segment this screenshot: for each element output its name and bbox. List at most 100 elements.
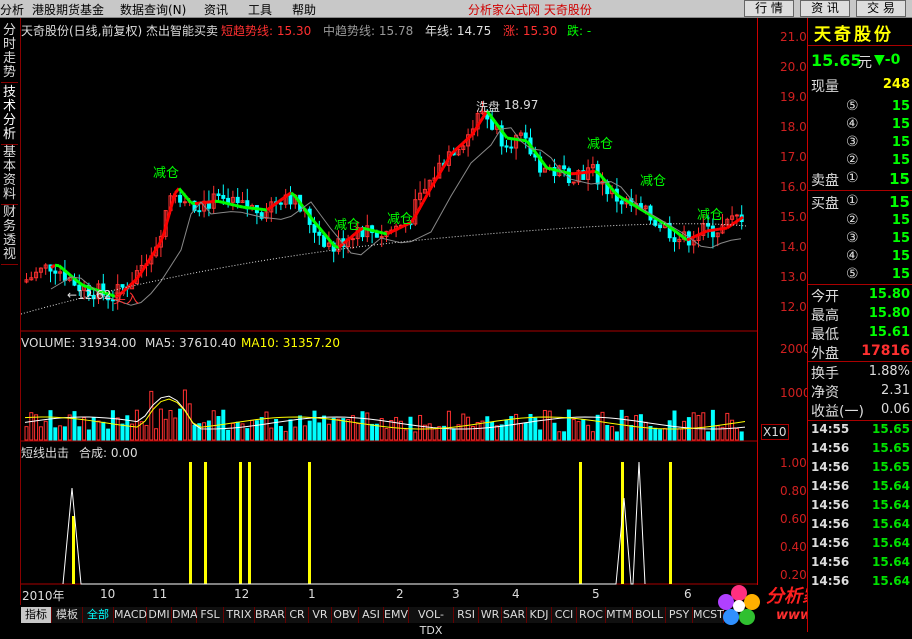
sell-level-3: ③ bbox=[846, 134, 859, 150]
volume-bar bbox=[491, 422, 494, 440]
trend-line bbox=[619, 196, 623, 198]
x-date: 6 bbox=[684, 587, 692, 601]
tab-cr[interactable]: CR bbox=[286, 607, 309, 623]
tab-dma[interactable]: DMA bbox=[172, 607, 197, 623]
x-date: 2 bbox=[396, 587, 404, 601]
trade-button[interactable]: 交 易 bbox=[856, 0, 906, 17]
tab-intraday[interactable]: 分时走势 bbox=[1, 24, 18, 83]
volume-bar bbox=[375, 424, 378, 440]
volume-bar bbox=[303, 426, 306, 440]
volume-bar bbox=[222, 410, 225, 440]
volume-bar bbox=[630, 426, 633, 440]
volume-bar bbox=[702, 413, 705, 440]
volume-bar bbox=[356, 424, 359, 440]
nav-label: 净资 bbox=[811, 382, 839, 402]
tab-boll[interactable]: BOLL bbox=[633, 607, 666, 623]
volume-ma10: MA10: 31357.20 bbox=[241, 336, 340, 350]
tab-financials[interactable]: 财务透视 bbox=[1, 206, 18, 265]
trend-line bbox=[507, 138, 511, 139]
sell-level-2: ② bbox=[846, 152, 859, 168]
trend-line bbox=[595, 171, 599, 173]
price-unit: 元 bbox=[858, 52, 872, 72]
volume-bar bbox=[539, 430, 542, 440]
trend-line bbox=[183, 193, 187, 198]
trend-line bbox=[719, 229, 723, 230]
menu-analysis[interactable]: 分析 bbox=[0, 1, 24, 18]
tab-rsi[interactable]: RSI bbox=[454, 607, 479, 623]
trend-line bbox=[551, 169, 555, 170]
volume-bar bbox=[279, 426, 282, 440]
menu-help[interactable]: 帮助 bbox=[292, 1, 316, 18]
tab-roc[interactable]: ROC bbox=[577, 607, 606, 623]
buy-label: 买入 bbox=[113, 288, 139, 307]
tab-emv[interactable]: EMV bbox=[384, 607, 409, 623]
volume-bar bbox=[179, 409, 182, 440]
menu-hk-futures[interactable]: 港股期货基金 bbox=[32, 1, 104, 18]
high-label: 最高 bbox=[811, 305, 839, 325]
volume-bar bbox=[87, 430, 90, 440]
menu-news[interactable]: 资讯 bbox=[204, 1, 228, 18]
trend-line bbox=[239, 206, 243, 207]
news-button[interactable]: 资 讯 bbox=[800, 0, 850, 17]
trend-line bbox=[631, 203, 635, 205]
trend-line bbox=[231, 204, 235, 205]
flower-logo-icon bbox=[714, 582, 764, 630]
tab-cci[interactable]: CCI bbox=[552, 607, 577, 623]
chart-area[interactable]: 天奇股份(日线,前复权) 杰出智能买卖 短趋势线: 15.30 中趋势线: 15… bbox=[21, 18, 757, 585]
volume-bar bbox=[54, 428, 57, 440]
tick-time: 14:56 bbox=[811, 460, 849, 474]
tab-dmi[interactable]: DMI bbox=[147, 607, 172, 623]
menu-data-query[interactable]: 数据查询(N) bbox=[120, 1, 186, 18]
tab-sar[interactable]: SAR bbox=[502, 607, 527, 623]
tab-psy[interactable]: PSY bbox=[666, 607, 693, 623]
trend-line bbox=[227, 203, 231, 204]
tab-macd[interactable]: MACD bbox=[114, 607, 147, 623]
tab-asi[interactable]: ASI bbox=[359, 607, 384, 623]
tab-fundamentals[interactable]: 基本资料 bbox=[1, 146, 18, 205]
quote-button[interactable]: 行 情 bbox=[744, 0, 794, 17]
volume-bar bbox=[543, 410, 546, 440]
trend-line bbox=[427, 188, 431, 195]
volume-ma5: MA5: 37610.40 bbox=[145, 336, 236, 350]
menu-tools[interactable]: 工具 bbox=[248, 1, 272, 18]
tab-wr[interactable]: WR bbox=[479, 607, 502, 623]
low-value: 15.61 bbox=[869, 325, 910, 340]
candle-body bbox=[179, 195, 182, 202]
volume-bar bbox=[203, 423, 206, 440]
trend-line bbox=[363, 228, 367, 229]
reduce-label-6: 减仓 bbox=[697, 204, 723, 223]
tab-fsl[interactable]: FSL bbox=[197, 607, 224, 623]
candle-body bbox=[572, 182, 575, 183]
tab-trix[interactable]: TRIX bbox=[224, 607, 255, 623]
volume-bar bbox=[707, 432, 710, 440]
open-label: 今开 bbox=[811, 286, 839, 306]
trend-line bbox=[223, 202, 227, 203]
indicator-tabs: 指标 模板 全部 MACD DMI DMA FSL TRIX BRAR CR V… bbox=[21, 606, 807, 626]
tab-kdj[interactable]: KDJ bbox=[527, 607, 552, 623]
volume-bar bbox=[227, 430, 230, 440]
candle-body bbox=[183, 202, 186, 203]
tab-all[interactable]: 全部 bbox=[83, 607, 114, 623]
x-date: 12 bbox=[234, 587, 249, 601]
tab-vol-tdx[interactable]: VOL-TDX bbox=[409, 607, 454, 623]
volume-bar bbox=[663, 428, 666, 440]
tick-price: 15.65 bbox=[872, 460, 910, 474]
volume-bar bbox=[380, 418, 383, 440]
tab-vr[interactable]: VR bbox=[309, 607, 332, 623]
tab-technical[interactable]: 技术分析 bbox=[1, 86, 18, 145]
tab-brar[interactable]: BRAR bbox=[255, 607, 286, 623]
volume-bar bbox=[678, 429, 681, 440]
tab-obv[interactable]: OBV bbox=[332, 607, 359, 623]
candle-body bbox=[567, 169, 570, 183]
volume-bar bbox=[265, 412, 268, 440]
tab-template[interactable]: 模板 bbox=[52, 607, 83, 623]
tick-time: 14:56 bbox=[811, 555, 849, 569]
signal-tick: 0.80 bbox=[780, 484, 807, 498]
x-date: 1 bbox=[308, 587, 316, 601]
volume-bar bbox=[476, 423, 479, 440]
buy-price-3: 15 bbox=[892, 231, 910, 246]
tab-mtm[interactable]: MTM bbox=[606, 607, 633, 623]
trend-line bbox=[703, 231, 707, 233]
candle-body bbox=[54, 271, 57, 273]
tab-indicator[interactable]: 指标 bbox=[21, 607, 52, 623]
